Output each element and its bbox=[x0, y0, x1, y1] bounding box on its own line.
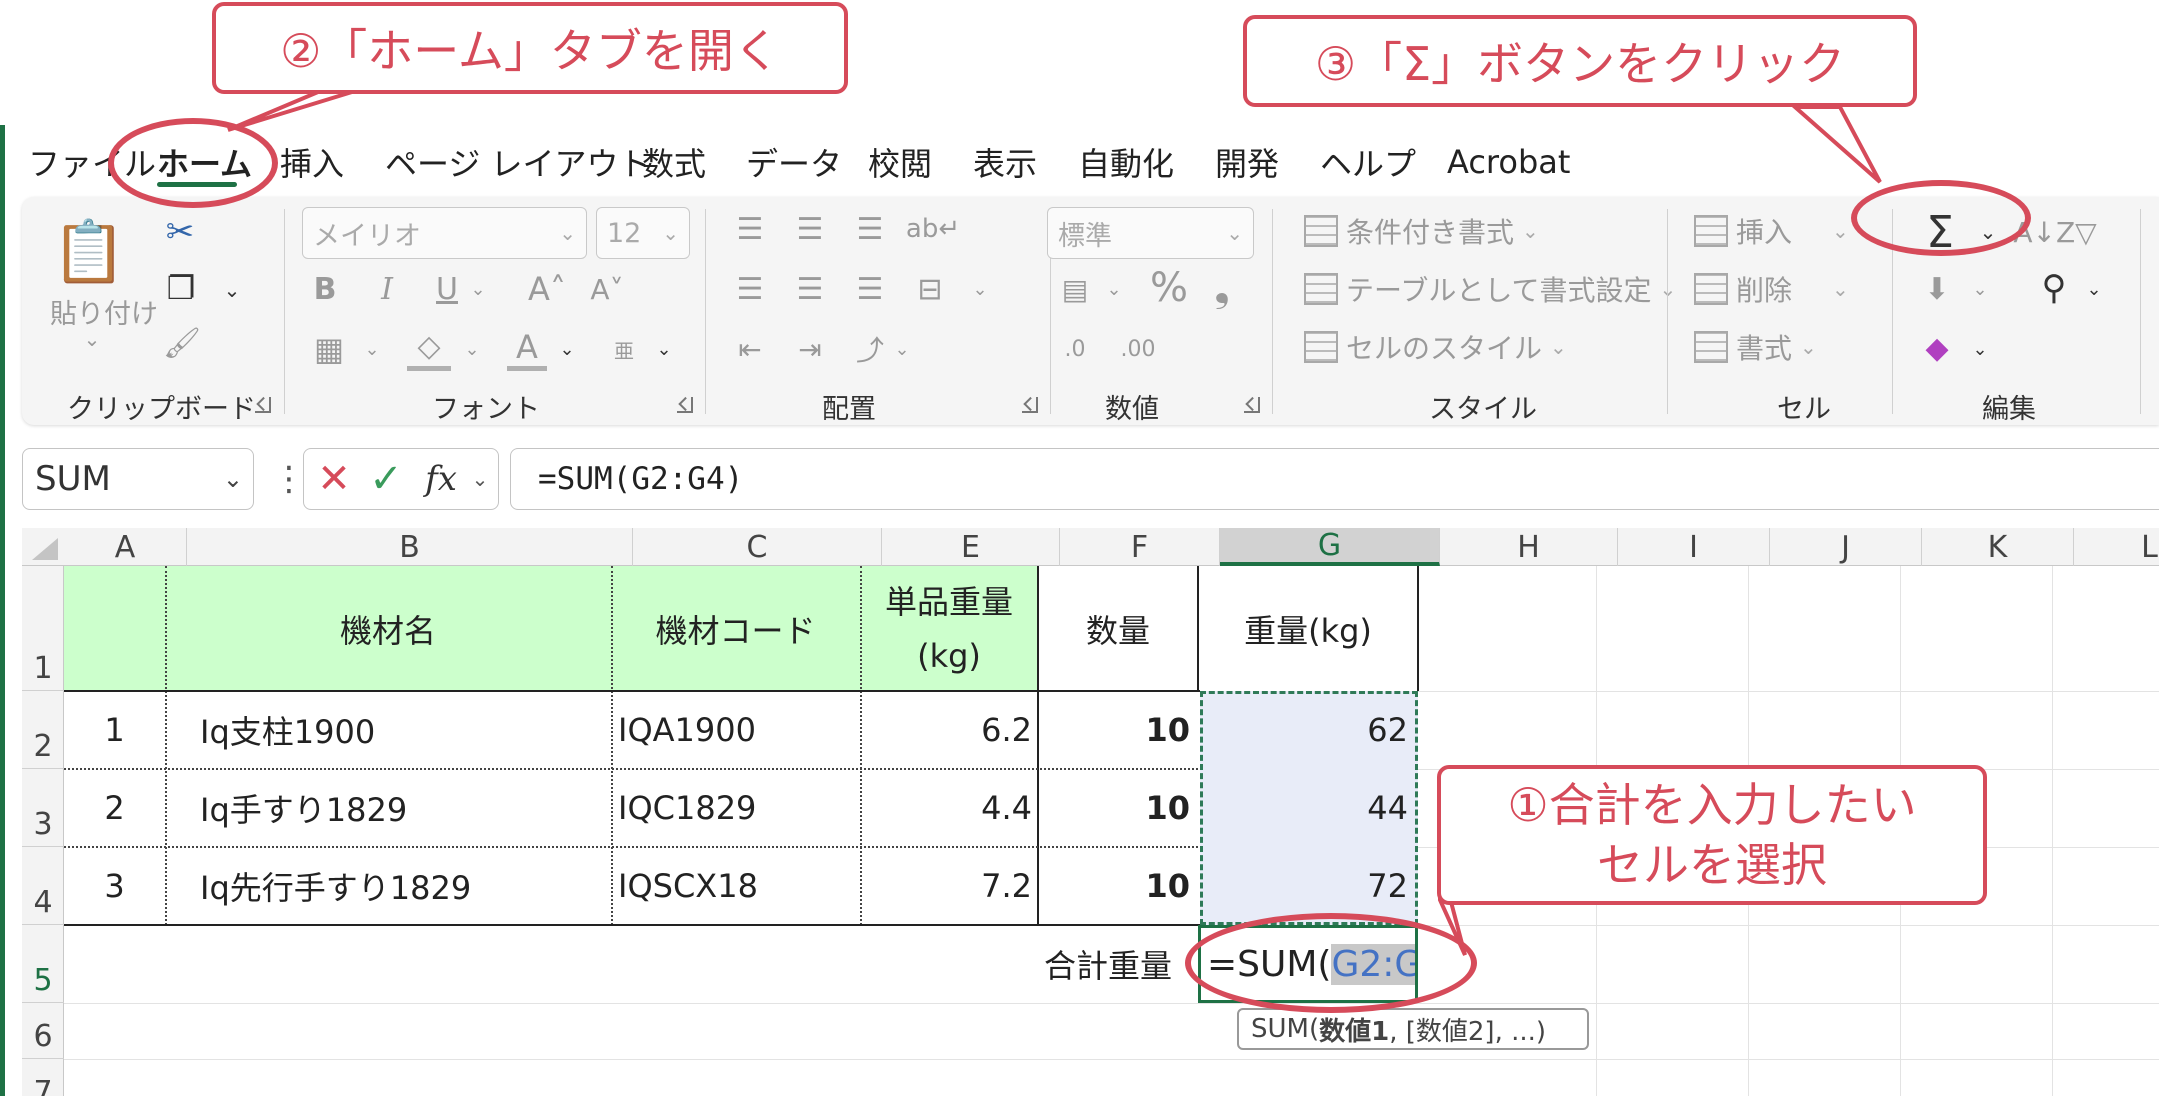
highlight-ring-autosum bbox=[1851, 180, 2031, 256]
annotation-step1-line1: ①合計を入力したい bbox=[1507, 778, 1917, 832]
annotation-step1: ①合計を入力したい セルを選択 bbox=[1437, 765, 1987, 905]
step3-pointer bbox=[1789, 105, 1882, 184]
annotation-pointers bbox=[227, 90, 1882, 956]
highlight-ring-g5 bbox=[1185, 913, 1477, 1013]
annotation-step2: ②「ホーム」タブを開く bbox=[212, 2, 848, 94]
highlight-ring-home-tab bbox=[108, 118, 278, 208]
step2-pointer bbox=[227, 90, 353, 132]
annotation-step1-line2: セルを選択 bbox=[1597, 838, 1827, 892]
annotation-step3: ③「Σ」ボタンをクリック bbox=[1243, 15, 1917, 107]
